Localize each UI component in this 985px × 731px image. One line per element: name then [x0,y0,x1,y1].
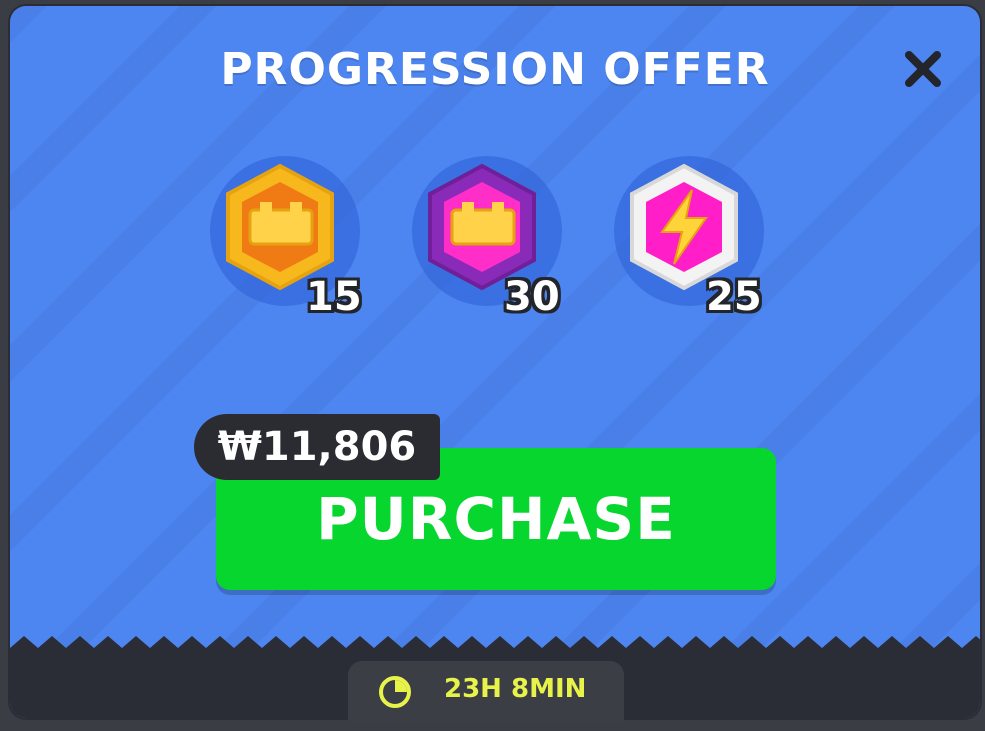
background-pattern [10,6,980,718]
clock-icon [379,676,411,708]
offer-timer: 23H 8MIN [348,661,624,723]
timer-text: 23H 8MIN [444,674,587,704]
close-button[interactable] [898,44,948,94]
purchase-label: PURCHASE [316,485,676,553]
reward-item-energy: 25 [614,156,774,326]
offer-dialog: PROGRESSION OFFER 15 30 25 PURCHASE ₩11,… [10,6,980,718]
price-value: ₩11,806 [217,424,417,470]
dialog-title: PROGRESSION OFFER [220,44,770,95]
price-tag: ₩11,806 [194,414,440,480]
reward-count: 30 [504,274,560,320]
reward-count: 25 [706,274,762,320]
reward-item-purple: 30 [412,156,572,326]
close-icon [905,51,941,87]
reward-count: 15 [306,274,362,320]
reward-item-gold: 15 [210,156,370,326]
